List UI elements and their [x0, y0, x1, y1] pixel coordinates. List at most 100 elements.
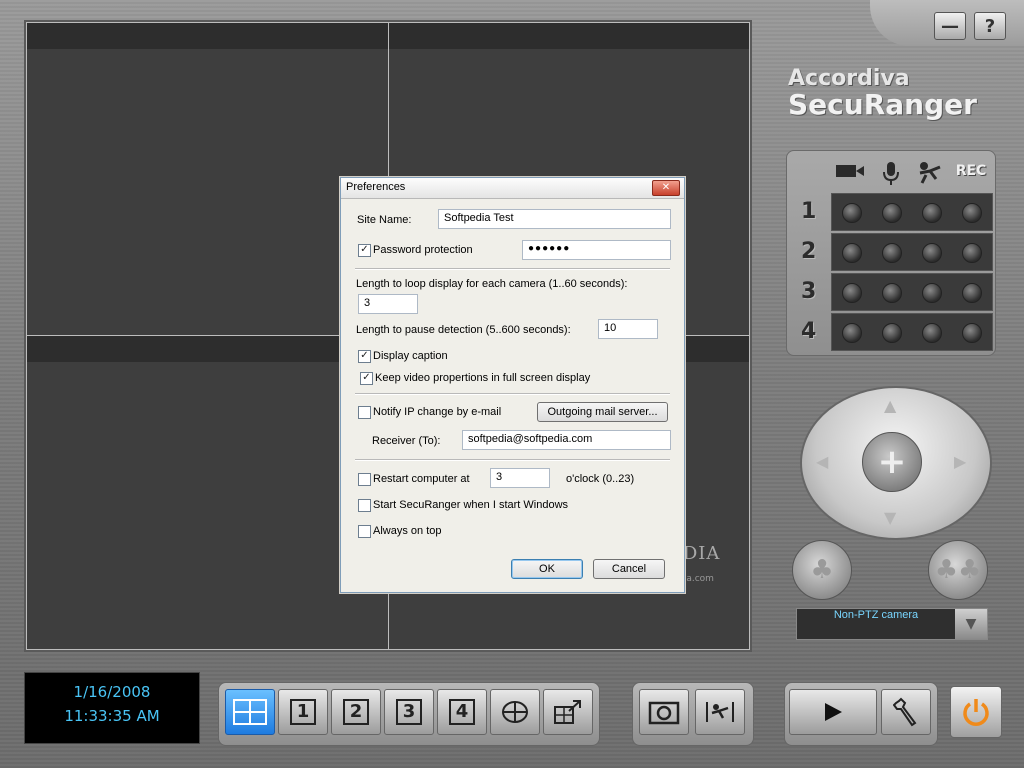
help-button[interactable]: ? — [974, 12, 1006, 40]
notify-ip-label: Notify IP change by e-mail — [373, 406, 502, 418]
motion-icon — [915, 161, 945, 185]
view-camera-4-button[interactable]: 4 — [437, 689, 487, 735]
divider — [355, 393, 670, 395]
dialog-title: Preferences — [346, 181, 406, 193]
play-icon — [825, 703, 842, 721]
ok-button[interactable]: OK — [511, 559, 583, 579]
loop-length-field[interactable]: 3 — [358, 294, 418, 314]
status-led — [962, 323, 982, 343]
view-camera-1-button[interactable]: 1 — [278, 689, 328, 735]
status-led — [882, 283, 902, 303]
grid-icon — [233, 699, 267, 725]
status-led — [842, 203, 862, 223]
play-button[interactable] — [789, 689, 877, 735]
wrench-icon — [893, 697, 917, 727]
keep-proportions-label: Keep video propertions in full screen di… — [375, 372, 591, 384]
always-on-top-checkbox[interactable] — [358, 525, 371, 538]
restart-hour-field[interactable]: 3 — [490, 468, 550, 488]
fullscreen-icon — [554, 700, 581, 724]
cancel-button[interactable]: Cancel — [593, 559, 665, 579]
status-led — [922, 243, 942, 263]
date-text: 1/16/2008 — [73, 683, 151, 701]
power-icon — [963, 699, 989, 726]
target-icon — [502, 701, 528, 723]
site-name-field[interactable]: Softpedia Test — [438, 209, 671, 229]
restart-hour-unit: o'clock (0..23) — [566, 473, 635, 485]
view-layout-toolbar: 1 2 3 4 — [218, 682, 600, 746]
keep-proportions-checkbox[interactable]: ✓ — [360, 372, 373, 385]
status-row-4 — [831, 313, 993, 351]
notify-ip-checkbox[interactable] — [358, 406, 371, 419]
status-row-number: 4 — [801, 319, 817, 344]
chevron-down-icon[interactable]: ▼ — [955, 609, 987, 639]
cycle-view-button[interactable] — [490, 689, 540, 735]
status-led — [882, 323, 902, 343]
zoom-out-trees-icon[interactable]: ♣♣ — [928, 540, 988, 600]
video-cell-1[interactable] — [26, 22, 389, 336]
settings-button[interactable] — [881, 689, 931, 735]
restart-computer-label: Restart computer at — [373, 473, 470, 485]
status-row-1 — [831, 193, 993, 231]
status-led — [842, 283, 862, 303]
status-led — [882, 203, 902, 223]
pause-detection-label: Length to pause detection (5..600 second… — [356, 324, 571, 336]
ptz-left-arrow-icon[interactable]: ◀ — [816, 452, 828, 471]
minimize-button[interactable]: — — [934, 12, 966, 40]
status-led — [962, 283, 982, 303]
status-led — [922, 203, 942, 223]
start-with-windows-checkbox[interactable] — [358, 499, 371, 512]
divider — [355, 459, 670, 461]
status-led — [962, 243, 982, 263]
password-protection-checkbox[interactable]: ✓ — [358, 244, 371, 257]
display-caption-label: Display caption — [373, 350, 448, 362]
status-row-number: 1 — [801, 199, 817, 224]
status-led — [922, 323, 942, 343]
camera-status-panel: REC 1 2 3 4 — [786, 150, 996, 356]
snapshot-icon — [648, 701, 680, 725]
microphone-icon — [879, 161, 903, 187]
zoom-in-tree-icon[interactable]: ♣ — [792, 540, 852, 600]
start-with-windows-label: Start SecuRanger when I start Windows — [373, 499, 569, 511]
status-led — [922, 283, 942, 303]
snapshot-button[interactable] — [639, 689, 689, 735]
password-protection-label: Password protection — [373, 244, 473, 256]
divider — [355, 268, 670, 270]
power-button[interactable] — [950, 686, 1002, 738]
close-icon[interactable]: ✕ — [652, 180, 680, 196]
dialog-title-bar[interactable]: Preferences ✕ — [341, 178, 684, 199]
loop-length-label: Length to loop display for each camera (… — [356, 278, 628, 290]
pause-detection-field[interactable]: 10 — [598, 319, 658, 339]
ptz-down-arrow-icon[interactable]: ▼ — [884, 508, 896, 527]
video-cell-3[interactable] — [26, 335, 389, 650]
status-row-3 — [831, 273, 993, 311]
status-row-number: 3 — [801, 279, 817, 304]
window-controls-bar: — ? — [870, 0, 1024, 46]
receiver-label: Receiver (To): — [372, 435, 441, 447]
password-field[interactable]: ●●●●●● — [522, 240, 671, 260]
datetime-display: 1/16/2008 11:33:35 AM — [24, 672, 200, 744]
status-row-2 — [831, 233, 993, 271]
display-caption-checkbox[interactable]: ✓ — [358, 350, 371, 363]
ptz-center-button[interactable]: + — [862, 432, 922, 492]
status-led — [842, 323, 862, 343]
fullscreen-button[interactable] — [543, 689, 593, 735]
quad-view-button[interactable] — [225, 689, 275, 735]
site-name-label: Site Name: — [357, 214, 412, 226]
capture-toolbar — [632, 682, 754, 746]
video-camera-icon — [833, 161, 867, 181]
restart-computer-checkbox[interactable] — [358, 473, 371, 486]
ptz-right-arrow-icon[interactable]: ▶ — [954, 452, 966, 471]
app-frame: — ? Accordiva SecuRanger REC 1 2 3 4 ▲ ▼… — [0, 0, 1024, 768]
view-camera-2-button[interactable]: 2 — [331, 689, 381, 735]
ptz-up-arrow-icon[interactable]: ▲ — [884, 396, 896, 415]
status-row-number: 2 — [801, 239, 817, 264]
view-camera-3-button[interactable]: 3 — [384, 689, 434, 735]
camera-type-select[interactable]: Non-PTZ camera ▼ — [796, 608, 988, 640]
outgoing-mail-server-button[interactable]: Outgoing mail server... — [537, 402, 668, 422]
camera-type-value: Non-PTZ camera — [833, 609, 919, 621]
receiver-email-field[interactable]: softpedia@softpedia.com — [462, 430, 671, 450]
status-led — [882, 243, 902, 263]
playback-toolbar — [784, 682, 938, 746]
motion-detection-button[interactable] — [695, 689, 745, 735]
motion-icon — [706, 702, 734, 722]
